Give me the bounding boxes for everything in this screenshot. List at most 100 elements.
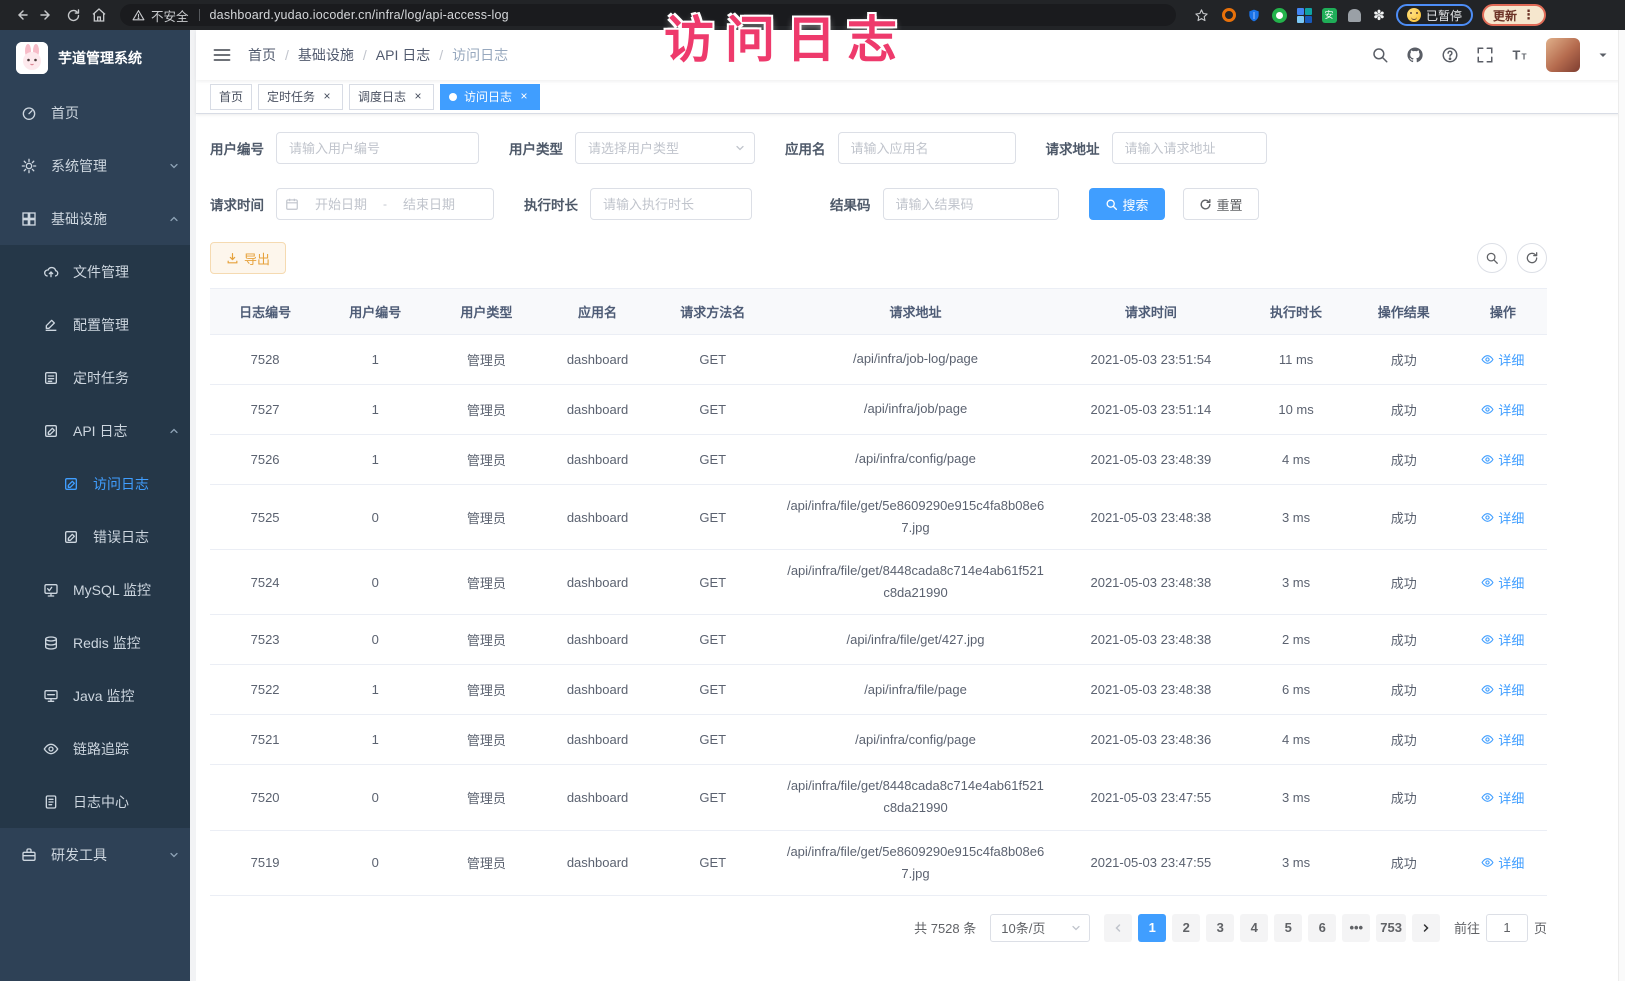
hamburger-icon[interactable] [212, 45, 232, 65]
sidebar-item-infrastructure[interactable]: 基础设施 [0, 192, 196, 245]
page-button[interactable]: 4 [1240, 914, 1268, 942]
request-time-range-picker[interactable]: - [276, 188, 494, 220]
sidebar-item-home[interactable]: 首页 [0, 86, 196, 139]
bookmark-star-icon[interactable] [1190, 4, 1212, 26]
browser-home-button[interactable] [88, 4, 110, 26]
page-button[interactable]: 6 [1308, 914, 1336, 942]
col-duration: 执行时长 [1243, 289, 1348, 335]
detail-link[interactable]: 详细 [1481, 788, 1524, 807]
edit-icon [43, 317, 59, 333]
tags-view: 首页 定时任务× 调度日志× 访问日志× [196, 80, 1625, 114]
page-scrollbar[interactable] [1618, 30, 1625, 981]
browser-menu-icon[interactable]: ⋮ [1522, 7, 1535, 23]
request-url-input[interactable] [1112, 132, 1267, 164]
sidebar-item-log-center[interactable]: 日志中心 [0, 775, 196, 828]
next-page-button[interactable] [1412, 914, 1440, 942]
browser-reload-button[interactable] [62, 4, 84, 26]
sidebar-item-redis-monitor[interactable]: Redis 监控 [0, 616, 196, 669]
close-icon[interactable]: × [517, 90, 531, 104]
detail-link[interactable]: 详细 [1481, 350, 1524, 369]
sidebar-item-java-monitor[interactable]: Java 监控 [0, 669, 196, 722]
github-icon[interactable] [1406, 46, 1424, 64]
cell-method: GET [653, 435, 773, 485]
result-code-input[interactable] [883, 188, 1059, 220]
sidebar-item-error-log[interactable]: 错误日志 [0, 510, 196, 563]
start-date-input[interactable] [303, 197, 379, 212]
tag-scheduled-tasks[interactable]: 定时任务× [258, 84, 343, 110]
cell-request-url: /api/infra/file/get/8448cada8c714e4ab61f… [773, 550, 1058, 615]
sidebar-item-mysql-monitor[interactable]: MySQL 监控 [0, 563, 196, 616]
user-id-input[interactable] [276, 132, 479, 164]
browser-back-button[interactable] [10, 4, 32, 26]
eye-icon [1481, 791, 1494, 804]
sidebar-item-dev-tools[interactable]: 研发工具 [0, 828, 196, 881]
eye-icon [1481, 353, 1494, 366]
detail-link[interactable]: 详细 [1481, 853, 1524, 872]
search-button[interactable]: 搜索 [1089, 188, 1165, 220]
goto-page-input[interactable] [1486, 914, 1528, 942]
detail-link[interactable]: 详细 [1481, 450, 1524, 469]
app-name-input[interactable] [838, 132, 1016, 164]
refresh-table-button[interactable] [1517, 243, 1547, 273]
user-avatar[interactable] [1546, 38, 1580, 72]
sidebar-item-access-log[interactable]: 访问日志 [0, 457, 196, 510]
duration-input[interactable] [590, 188, 752, 220]
toggle-search-button[interactable] [1477, 243, 1507, 273]
search-icon[interactable] [1371, 46, 1389, 64]
close-icon[interactable]: × [411, 90, 425, 104]
extension-icon-pinwheel[interactable]: ✽ [1371, 7, 1387, 23]
page-button[interactable]: ••• [1342, 914, 1370, 942]
detail-link[interactable]: 详细 [1481, 400, 1524, 419]
breadcrumb-home[interactable]: 首页 [248, 45, 276, 65]
col-result: 操作结果 [1349, 289, 1459, 335]
browser-update-button[interactable]: 更新 ⋮ [1482, 4, 1546, 26]
end-date-input[interactable] [391, 197, 467, 212]
avatar-caret-down-icon[interactable] [1597, 49, 1609, 61]
detail-link[interactable]: 详细 [1481, 680, 1524, 699]
fullscreen-icon[interactable] [1476, 46, 1494, 64]
chevron-up-icon [168, 425, 180, 437]
profile-paused-badge[interactable]: 已暂停 [1396, 4, 1473, 26]
page-button[interactable]: 753 [1376, 914, 1406, 942]
sidebar-item-file-management[interactable]: 文件管理 [0, 245, 196, 298]
sidebar-item-scheduled-tasks[interactable]: 定时任务 [0, 351, 196, 404]
extension-icon-orange[interactable] [1221, 7, 1237, 23]
chevron-up-icon [168, 213, 180, 225]
extension-icon-green-square[interactable]: 安 [1321, 7, 1337, 23]
page-button[interactable]: 3 [1206, 914, 1234, 942]
tag-home[interactable]: 首页 [210, 84, 252, 110]
sidebar-item-api-log[interactable]: API 日志 [0, 404, 196, 457]
extension-icon-shield[interactable] [1246, 7, 1262, 23]
tag-schedule-log[interactable]: 调度日志× [349, 84, 434, 110]
sidebar-item-config-management[interactable]: 配置管理 [0, 298, 196, 351]
tag-access-log[interactable]: 访问日志× [440, 84, 540, 110]
page-button[interactable]: 1 [1138, 914, 1166, 942]
detail-link[interactable]: 详细 [1481, 573, 1524, 592]
detail-link[interactable]: 详细 [1481, 730, 1524, 749]
detail-link[interactable]: 详细 [1481, 630, 1524, 649]
user-type-select[interactable] [575, 132, 755, 164]
breadcrumb-infrastructure[interactable]: 基础设施 [298, 45, 354, 65]
detail-link[interactable]: 详细 [1481, 508, 1524, 527]
extension-icon-green-circle[interactable] [1271, 7, 1287, 23]
cell-log-id: 7526 [210, 435, 320, 485]
reset-button[interactable]: 重置 [1183, 188, 1259, 220]
page-button[interactable]: 2 [1172, 914, 1200, 942]
font-size-icon[interactable]: TT [1511, 46, 1529, 64]
browser-address-bar[interactable]: 不安全 dashboard.yudao.iocoder.cn/infra/log… [120, 4, 1176, 26]
help-icon[interactable] [1441, 46, 1459, 64]
cell-duration: 6 ms [1243, 665, 1348, 715]
page-size-select[interactable]: 10条/页 [990, 914, 1090, 942]
export-button[interactable]: 导出 [210, 242, 286, 274]
sidebar-item-system[interactable]: 系统管理 [0, 139, 196, 192]
page-button[interactable]: 5 [1274, 914, 1302, 942]
sidebar-item-trace[interactable]: 链路追踪 [0, 722, 196, 775]
browser-forward-button[interactable] [36, 4, 58, 26]
close-icon[interactable]: × [320, 90, 334, 104]
cell-actions: 详细 [1459, 550, 1547, 615]
app-logo[interactable]: 芋道管理系统 [0, 30, 196, 86]
prev-page-button[interactable] [1104, 914, 1132, 942]
extension-icon-grid[interactable] [1296, 7, 1312, 23]
breadcrumb-api-log[interactable]: API 日志 [376, 45, 430, 65]
extension-icon-gray[interactable] [1346, 7, 1362, 23]
